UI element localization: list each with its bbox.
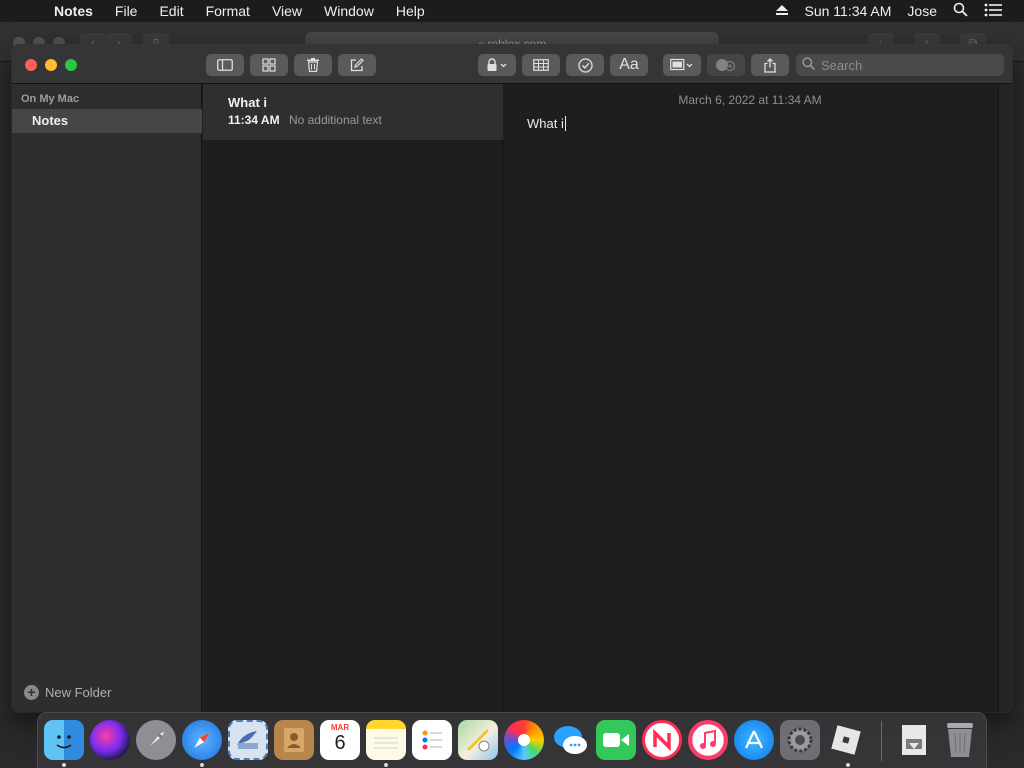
finder-running-dot: [62, 763, 66, 767]
search-input[interactable]: Search: [796, 54, 1004, 76]
safari-running-dot: [200, 763, 204, 767]
mail-icon[interactable]: [228, 720, 268, 760]
note-body[interactable]: What i: [527, 116, 566, 131]
format-button[interactable]: Aa: [610, 54, 648, 76]
dock: MAR 6: [37, 712, 987, 768]
note-date: March 6, 2022 at 11:34 AM: [678, 93, 822, 107]
spotlight-search-icon[interactable]: [953, 2, 968, 20]
trash-icon: [307, 58, 319, 72]
photo-icon: [670, 58, 694, 72]
close-window-button[interactable]: [25, 59, 37, 71]
notes-running-dot: [384, 763, 388, 767]
menu-view[interactable]: View: [272, 3, 302, 19]
launchpad-icon[interactable]: [136, 720, 176, 760]
editor-scrollbar[interactable]: [998, 84, 1012, 712]
grid-icon: [262, 58, 276, 72]
calendar-day: 6: [334, 732, 346, 754]
notification-center-icon[interactable]: [984, 3, 1002, 20]
delete-note-button[interactable]: [294, 54, 332, 76]
dock-separator: [881, 721, 882, 761]
insert-media-button[interactable]: [663, 54, 701, 76]
maps-icon[interactable]: [458, 720, 498, 760]
sidebar-section-on-my-mac: On My Mac: [21, 93, 80, 105]
search-icon: [802, 57, 821, 73]
safari-icon[interactable]: [182, 720, 222, 760]
note-meta: 11:34 AM No additional text: [228, 113, 503, 127]
trash-icon[interactable]: [940, 720, 980, 760]
search-placeholder: Search: [821, 57, 863, 73]
sidebar-item-notes[interactable]: Notes: [12, 109, 202, 133]
share-icon: [764, 57, 776, 73]
menu-app-notes[interactable]: Notes: [54, 3, 93, 19]
calendar-icon[interactable]: MAR 6: [320, 720, 360, 760]
folders-sidebar: On My Mac Notes + New Folder: [12, 84, 202, 712]
notes-window: Aa Search On My Mac Notes + New Folder W…: [12, 45, 1012, 712]
checklist-button[interactable]: [566, 54, 604, 76]
roblox-running-dot: [846, 763, 850, 767]
siri-icon[interactable]: [90, 720, 130, 760]
menu-bar: Notes File Edit Format View Window Help …: [0, 0, 1024, 22]
roblox-icon[interactable]: [826, 720, 866, 760]
add-people-icon: [715, 58, 737, 72]
photos-icon[interactable]: [504, 720, 544, 760]
compose-icon: [350, 58, 364, 72]
messages-icon[interactable]: [550, 720, 590, 760]
note-list: What i 11:34 AM No additional text: [203, 84, 503, 712]
text-caret: [564, 116, 566, 131]
plus-icon: +: [24, 685, 39, 700]
photos-center: [518, 734, 530, 746]
note-title: What i: [228, 95, 267, 110]
news-icon[interactable]: [642, 720, 682, 760]
eject-icon[interactable]: [775, 3, 789, 19]
lock-icon: [486, 58, 508, 72]
table-icon: [533, 59, 549, 71]
menubar-clock[interactable]: Sun 11:34 AM: [805, 3, 892, 19]
notes-toolbar: Aa Search: [12, 45, 1012, 84]
facetime-icon[interactable]: [596, 720, 636, 760]
toggle-sidebar-button[interactable]: [206, 54, 244, 76]
menu-edit[interactable]: Edit: [159, 3, 183, 19]
reminders-icon[interactable]: [412, 720, 452, 760]
zoom-window-button[interactable]: [65, 59, 77, 71]
system-preferences-icon[interactable]: [780, 720, 820, 760]
gallery-view-button[interactable]: [250, 54, 288, 76]
add-people-button[interactable]: [707, 54, 745, 76]
note-time: 11:34 AM: [228, 113, 280, 127]
note-body-text: What i: [527, 116, 564, 131]
share-button[interactable]: [751, 54, 789, 76]
note-preview: No additional text: [288, 113, 382, 127]
music-icon[interactable]: [688, 720, 728, 760]
format-label: Aa: [619, 56, 639, 73]
app-store-icon[interactable]: [734, 720, 774, 760]
note-editor[interactable]: March 6, 2022 at 11:34 AM What i: [504, 84, 1012, 712]
lock-note-button[interactable]: [478, 54, 516, 76]
minimize-window-button[interactable]: [45, 59, 57, 71]
sidebar-icon: [217, 59, 233, 71]
menu-format[interactable]: Format: [206, 3, 250, 19]
menu-file[interactable]: File: [115, 3, 138, 19]
contacts-icon[interactable]: [274, 720, 314, 760]
calendar-month: MAR: [330, 723, 350, 732]
finder-icon[interactable]: [44, 720, 84, 760]
menu-help[interactable]: Help: [396, 3, 425, 19]
notes-icon[interactable]: [366, 720, 406, 760]
new-folder-label: New Folder: [45, 685, 112, 700]
menubar-user[interactable]: Jose: [907, 3, 937, 19]
checkmark-circle-icon: [577, 57, 593, 73]
downloads-icon[interactable]: [894, 720, 934, 760]
insert-table-button[interactable]: [522, 54, 560, 76]
list-item[interactable]: What i 11:34 AM No additional text: [203, 84, 503, 140]
menu-window[interactable]: Window: [324, 3, 374, 19]
new-note-button[interactable]: [338, 54, 376, 76]
new-folder-button[interactable]: + New Folder: [24, 685, 111, 700]
